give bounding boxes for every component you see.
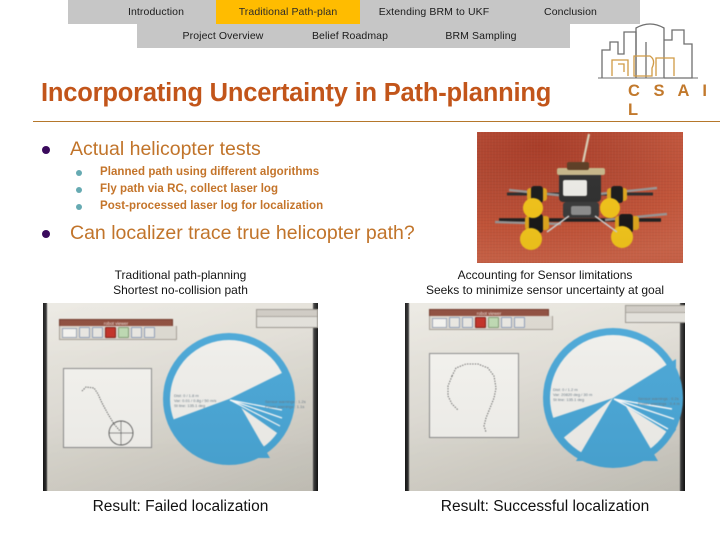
- toolbar-button-forward[interactable]: [131, 327, 142, 338]
- csail-wordmark: C S A I L: [628, 82, 712, 119]
- left-side-window: [256, 309, 318, 328]
- left-result-caption: Result: Failed localization: [92, 498, 269, 515]
- csail-buildings-icon: [598, 23, 698, 79]
- toolbar-field[interactable]: [432, 317, 447, 328]
- bullet-level2-post-processed: Post-processed laser log for localizatio…: [38, 198, 468, 215]
- right-side-labels: Sensor warnings : 0.2s Power warnings : …: [638, 396, 680, 406]
- right-figure-caption-top: Accounting for Sensor limitations Seeks …: [380, 268, 710, 298]
- bullet-level2-planned-path: Planned path using different algorithms: [38, 164, 468, 181]
- nav-item-introduction[interactable]: Introduction: [96, 0, 216, 24]
- nav-item-belief-roadmap[interactable]: Belief Roadmap: [289, 24, 411, 48]
- toolbar-button-prev[interactable]: [449, 317, 460, 328]
- toolbar-button-back[interactable]: [92, 327, 103, 338]
- nav-item-brm-sampling[interactable]: BRM Sampling: [421, 24, 541, 48]
- right-overlay-text: Dist: 0 / 1.2 m Var: 20820 deg / 30 m St…: [553, 387, 592, 402]
- bullet-level2-fly-path: Fly path via RC, collect laser log: [38, 181, 468, 198]
- left-side-window-titlebar: [257, 310, 317, 317]
- right-result-caption: Result: Successful localization: [440, 498, 650, 515]
- right-app-toolbar: [429, 316, 553, 330]
- title-divider: [33, 121, 720, 122]
- toolbar-button-stop[interactable]: [105, 327, 116, 338]
- bullet-level1-can-localizer-trace: Can localizer trace true helicopter path…: [38, 220, 468, 246]
- toolbar-button-forward[interactable]: [501, 317, 512, 328]
- right-side-window: [625, 305, 685, 323]
- right-path-map-panel: [429, 353, 519, 438]
- left-overlay-line-3: St line: 135.1 deg: [174, 403, 206, 408]
- left-side-label-2: Power warnings : 1.1s: [265, 404, 305, 409]
- right-side-label-2: Power warnings : 0.4 m: [638, 401, 680, 406]
- left-caption-line-1: Traditional path-planning: [114, 268, 247, 282]
- left-overlay-text: Dist: 0 / 1.8 m Var: 0.01 / 0.8g / 50 m/…: [174, 393, 216, 408]
- right-caption-line-1: Accounting for Sensor limitations: [457, 268, 633, 282]
- right-result-photo: robot viewer Dist: 0 / 1.2 m Var: 20820 …: [405, 303, 685, 491]
- nav-item-traditional-path-plan[interactable]: Traditional Path-plan: [216, 0, 360, 24]
- left-path-trace: [81, 386, 134, 446]
- left-path-map-panel: [63, 368, 152, 448]
- page-title: Incorporating Uncertainty in Path-planni…: [41, 79, 552, 107]
- left-result-photo: robot viewer Dist: 0 / 1.8 m Var: 0.01 /…: [43, 303, 318, 491]
- toolbar-button-stop[interactable]: [475, 317, 486, 328]
- right-side-window-titlebar: [626, 306, 685, 313]
- left-app-toolbar: [59, 326, 177, 340]
- toolbar-button-next[interactable]: [144, 327, 155, 338]
- monitor-bezel-left: [405, 303, 409, 491]
- toolbar-button-next[interactable]: [514, 317, 525, 328]
- right-caption-line-2: Seeks to minimize sensor uncertainty at …: [425, 283, 665, 297]
- helicopter-photo: [477, 132, 683, 263]
- quadrotor-illustration: [494, 133, 668, 250]
- toolbar-button-play[interactable]: [488, 317, 499, 328]
- toolbar-button-play[interactable]: [118, 327, 129, 338]
- bullet-list: Actual helicopter tests Planned path usi…: [38, 136, 468, 248]
- left-caption-line-2: Shortest no-collision path: [113, 283, 248, 297]
- right-path-trace: [447, 363, 497, 433]
- toolbar-button-back[interactable]: [462, 317, 473, 328]
- toolbar-button-prev[interactable]: [79, 327, 90, 338]
- bullet-sublist: Planned path using different algorithms …: [38, 164, 468, 215]
- toolbar-field[interactable]: [62, 327, 77, 338]
- bullet-level1-actual-helicopter-tests: Actual helicopter tests: [38, 136, 468, 162]
- nav-item-project-overview[interactable]: Project Overview: [157, 24, 289, 48]
- monitor-bezel-right: [313, 303, 318, 491]
- csail-logo: C S A I L: [594, 20, 720, 119]
- monitor-bezel-left: [43, 303, 47, 491]
- left-figure-caption-top: Traditional path-planning Shortest no-co…: [43, 268, 318, 298]
- right-overlay-line-3: St line: 135.1 deg: [553, 397, 585, 402]
- left-side-labels: Sensor warnings : 1.2s Power warnings : …: [265, 399, 306, 409]
- nav-item-extending-brm-to-ukf[interactable]: Extending BRM to UKF: [360, 0, 508, 24]
